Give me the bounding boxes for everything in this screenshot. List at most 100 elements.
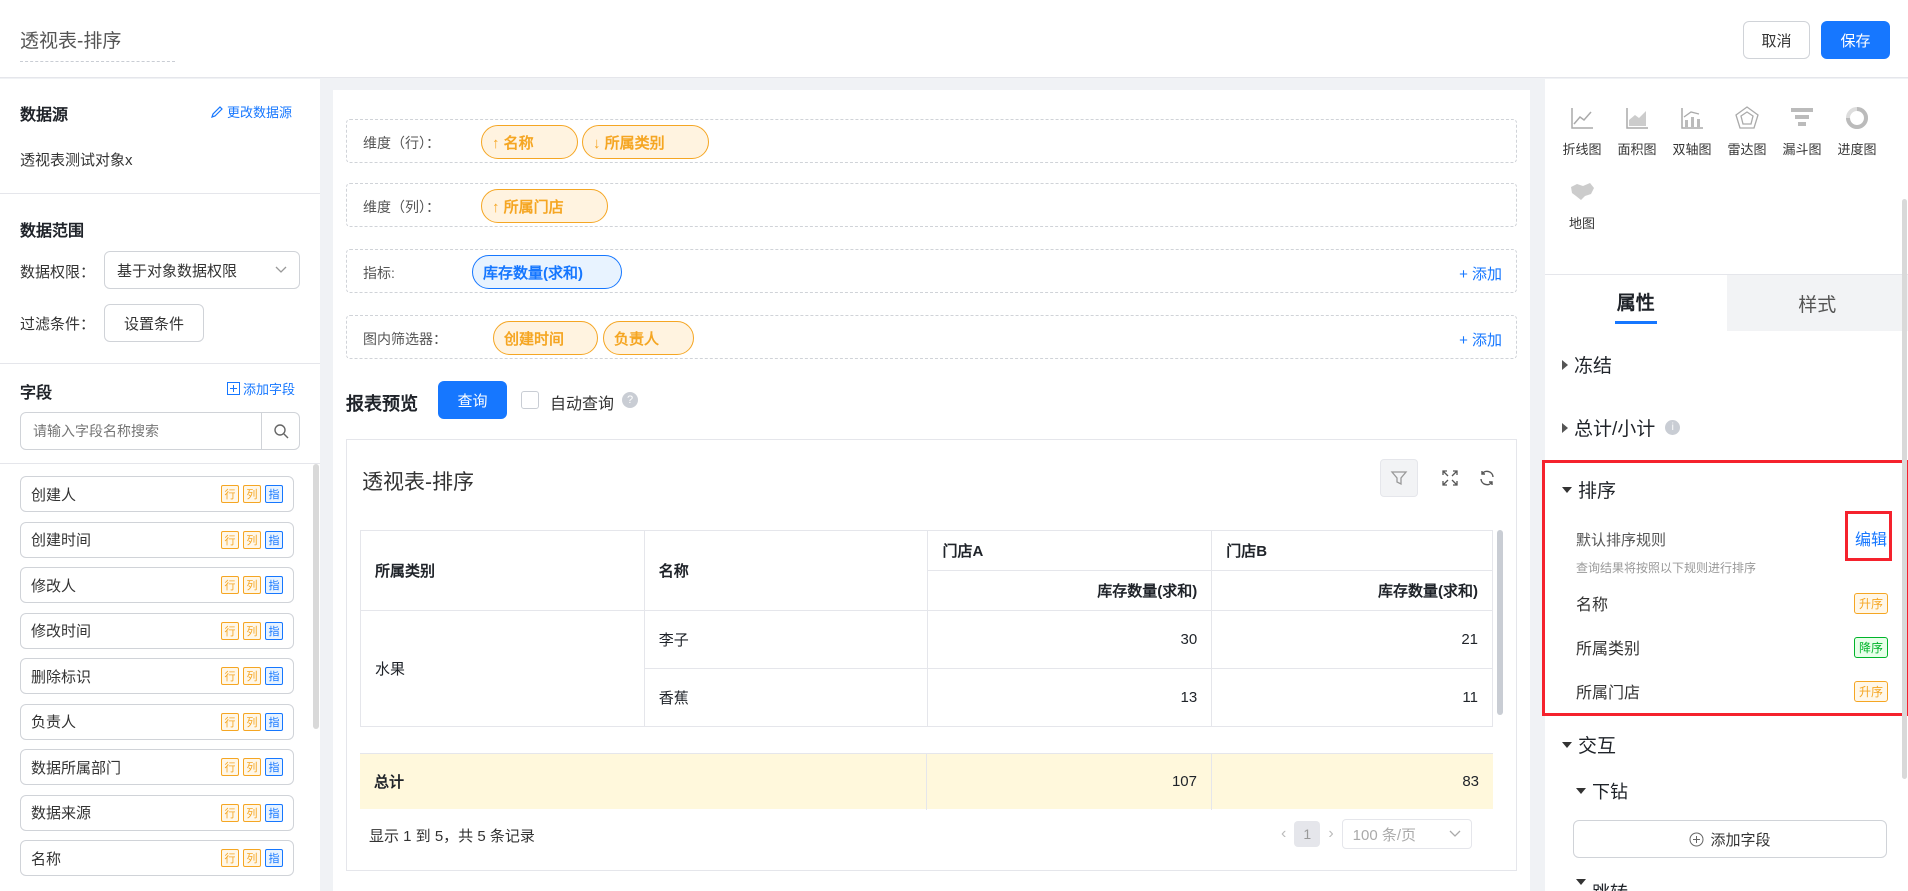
- chart-type-dual-axis[interactable]: 双轴图: [1664, 105, 1720, 158]
- add-field-link[interactable]: 添加字段: [227, 379, 295, 398]
- change-datasource-link[interactable]: 更改数据源: [210, 102, 292, 121]
- save-button[interactable]: 保存: [1821, 21, 1890, 59]
- col-tag[interactable]: 列: [243, 530, 261, 549]
- sort-order-badge[interactable]: 升序: [1853, 681, 1888, 702]
- field-item[interactable]: 负责人 行列指: [20, 703, 294, 740]
- field-item[interactable]: 数据所属部门 行列指: [20, 749, 294, 785]
- field-item[interactable]: 创建人 行列指: [20, 476, 294, 512]
- funnel-chart-icon: [1791, 108, 1813, 126]
- col-tag[interactable]: 列: [243, 758, 261, 776]
- cancel-button[interactable]: 取消: [1743, 21, 1810, 59]
- filter-zone[interactable]: 图内筛选器： 创建时间 负责人 + 添加: [346, 315, 1517, 359]
- header-store-a[interactable]: 门店A: [927, 530, 1213, 571]
- sort-order-badge[interactable]: 降序: [1853, 637, 1888, 658]
- table-scrollbar[interactable]: [1497, 530, 1503, 715]
- page-number[interactable]: 1: [1294, 821, 1321, 847]
- header-store-b[interactable]: 门店B: [1211, 530, 1493, 571]
- total-section[interactable]: 总计/小计 i: [1562, 414, 1681, 441]
- indicator-tag[interactable]: 指: [265, 667, 283, 685]
- row-dimension-zone[interactable]: 维度（行）： ↑ 名称 ↓ 所属类别: [346, 119, 1517, 163]
- left-scrollbar[interactable]: [313, 464, 319, 729]
- auto-query-checkbox[interactable]: [521, 391, 539, 409]
- sort-section[interactable]: 排序: [1562, 476, 1616, 503]
- col-tag[interactable]: 列: [243, 485, 261, 503]
- col-tag[interactable]: 列: [243, 803, 261, 822]
- sort-order-badge[interactable]: 升序: [1853, 593, 1888, 614]
- jump-section[interactable]: 跳转: [1576, 879, 1628, 891]
- add-filter-link[interactable]: + 添加: [1459, 329, 1502, 350]
- indicator-tag[interactable]: 指: [265, 485, 283, 503]
- permission-select[interactable]: 基于对象数据权限: [104, 251, 300, 289]
- next-page-icon[interactable]: ›: [1328, 825, 1333, 843]
- fullscreen-button[interactable]: [1431, 459, 1469, 497]
- col-tag[interactable]: 列: [243, 849, 261, 867]
- chart-type-progress[interactable]: 进度图: [1829, 105, 1885, 158]
- indicator-tag[interactable]: 指: [265, 576, 283, 594]
- field-item[interactable]: 名称 行列指: [20, 840, 294, 876]
- info-icon[interactable]: i: [1665, 420, 1681, 435]
- page-title[interactable]: 透视表-排序: [20, 26, 175, 62]
- left-panel: 数据源 更改数据源 透视表测试对象x 数据范围 数据权限： 基于对象数据权限 过…: [0, 79, 320, 891]
- plus-square-icon: [227, 382, 240, 395]
- row-pill-category[interactable]: ↓ 所属类别: [582, 125, 709, 159]
- row-tag[interactable]: 行: [221, 849, 239, 867]
- col-tag[interactable]: 列: [243, 621, 261, 640]
- chart-type-area[interactable]: 面积图: [1609, 105, 1665, 158]
- col-pill-store[interactable]: ↑ 所属门店: [481, 189, 608, 223]
- row-pill-name[interactable]: ↑ 名称: [481, 125, 578, 159]
- header-name[interactable]: 名称: [643, 530, 929, 611]
- refresh-button[interactable]: [1468, 459, 1506, 497]
- freeze-section[interactable]: 冻结: [1562, 351, 1612, 378]
- col-tag[interactable]: 列: [243, 667, 261, 685]
- edit-sort-link[interactable]: 编辑: [1855, 526, 1887, 550]
- indicator-pill[interactable]: 库存数量(求和): [472, 255, 622, 289]
- tab-properties[interactable]: 属性: [1545, 275, 1727, 331]
- chart-type-radar[interactable]: 雷达图: [1719, 105, 1775, 158]
- indicator-zone[interactable]: 指标: 库存数量(求和) + 添加: [346, 249, 1517, 293]
- chart-type-line[interactable]: 折线图: [1554, 105, 1610, 158]
- right-scrollbar[interactable]: [1902, 199, 1907, 779]
- header-measure-b[interactable]: 库存数量(求和): [1211, 570, 1493, 611]
- field-search-input[interactable]: [21, 423, 261, 439]
- prev-page-icon[interactable]: ‹: [1281, 825, 1286, 843]
- field-item[interactable]: 修改人 行列指: [20, 567, 294, 603]
- filter-button[interactable]: [1380, 459, 1418, 497]
- row-tag[interactable]: 行: [221, 530, 239, 549]
- help-icon[interactable]: ?: [622, 392, 638, 408]
- drill-add-field-button[interactable]: 添加字段: [1573, 820, 1887, 858]
- tab-style[interactable]: 样式: [1726, 275, 1908, 331]
- row-tag[interactable]: 行: [221, 485, 239, 503]
- filter-pill-owner[interactable]: 负责人: [603, 321, 694, 355]
- indicator-tag[interactable]: 指: [265, 530, 283, 549]
- query-button[interactable]: 查询: [438, 381, 507, 419]
- row-tag[interactable]: 行: [221, 712, 239, 731]
- page-size-select[interactable]: 100 条/页: [1341, 819, 1472, 849]
- search-button[interactable]: [261, 413, 299, 449]
- indicator-tag[interactable]: 指: [265, 712, 283, 731]
- set-condition-button[interactable]: 设置条件: [104, 304, 204, 342]
- col-dimension-zone[interactable]: 维度（列）： ↑ 所属门店: [346, 183, 1517, 227]
- indicator-tag[interactable]: 指: [265, 803, 283, 822]
- row-tag[interactable]: 行: [221, 667, 239, 685]
- field-item[interactable]: 修改时间 行列指: [20, 612, 294, 649]
- header-category[interactable]: 所属类别: [360, 530, 645, 611]
- add-indicator-link[interactable]: + 添加: [1459, 263, 1502, 284]
- field-item[interactable]: 创建时间 行列指: [20, 521, 294, 558]
- indicator-tag[interactable]: 指: [265, 758, 283, 776]
- row-tag[interactable]: 行: [221, 758, 239, 776]
- col-tag[interactable]: 列: [243, 576, 261, 594]
- chart-type-map[interactable]: 地图: [1554, 179, 1610, 232]
- row-tag[interactable]: 行: [221, 803, 239, 822]
- interaction-section[interactable]: 交互: [1562, 731, 1616, 758]
- row-tag[interactable]: 行: [221, 621, 239, 640]
- indicator-tag[interactable]: 指: [265, 849, 283, 867]
- indicator-tag[interactable]: 指: [265, 621, 283, 640]
- col-tag[interactable]: 列: [243, 712, 261, 731]
- field-item[interactable]: 删除标识 行列指: [20, 658, 294, 694]
- row-tag[interactable]: 行: [221, 576, 239, 594]
- drill-section[interactable]: 下钻: [1576, 778, 1628, 804]
- field-item[interactable]: 数据来源 行列指: [20, 794, 294, 831]
- header-measure-a[interactable]: 库存数量(求和): [927, 570, 1213, 611]
- chart-type-funnel[interactable]: 漏斗图: [1774, 105, 1830, 158]
- filter-pill-created[interactable]: 创建时间: [493, 321, 598, 355]
